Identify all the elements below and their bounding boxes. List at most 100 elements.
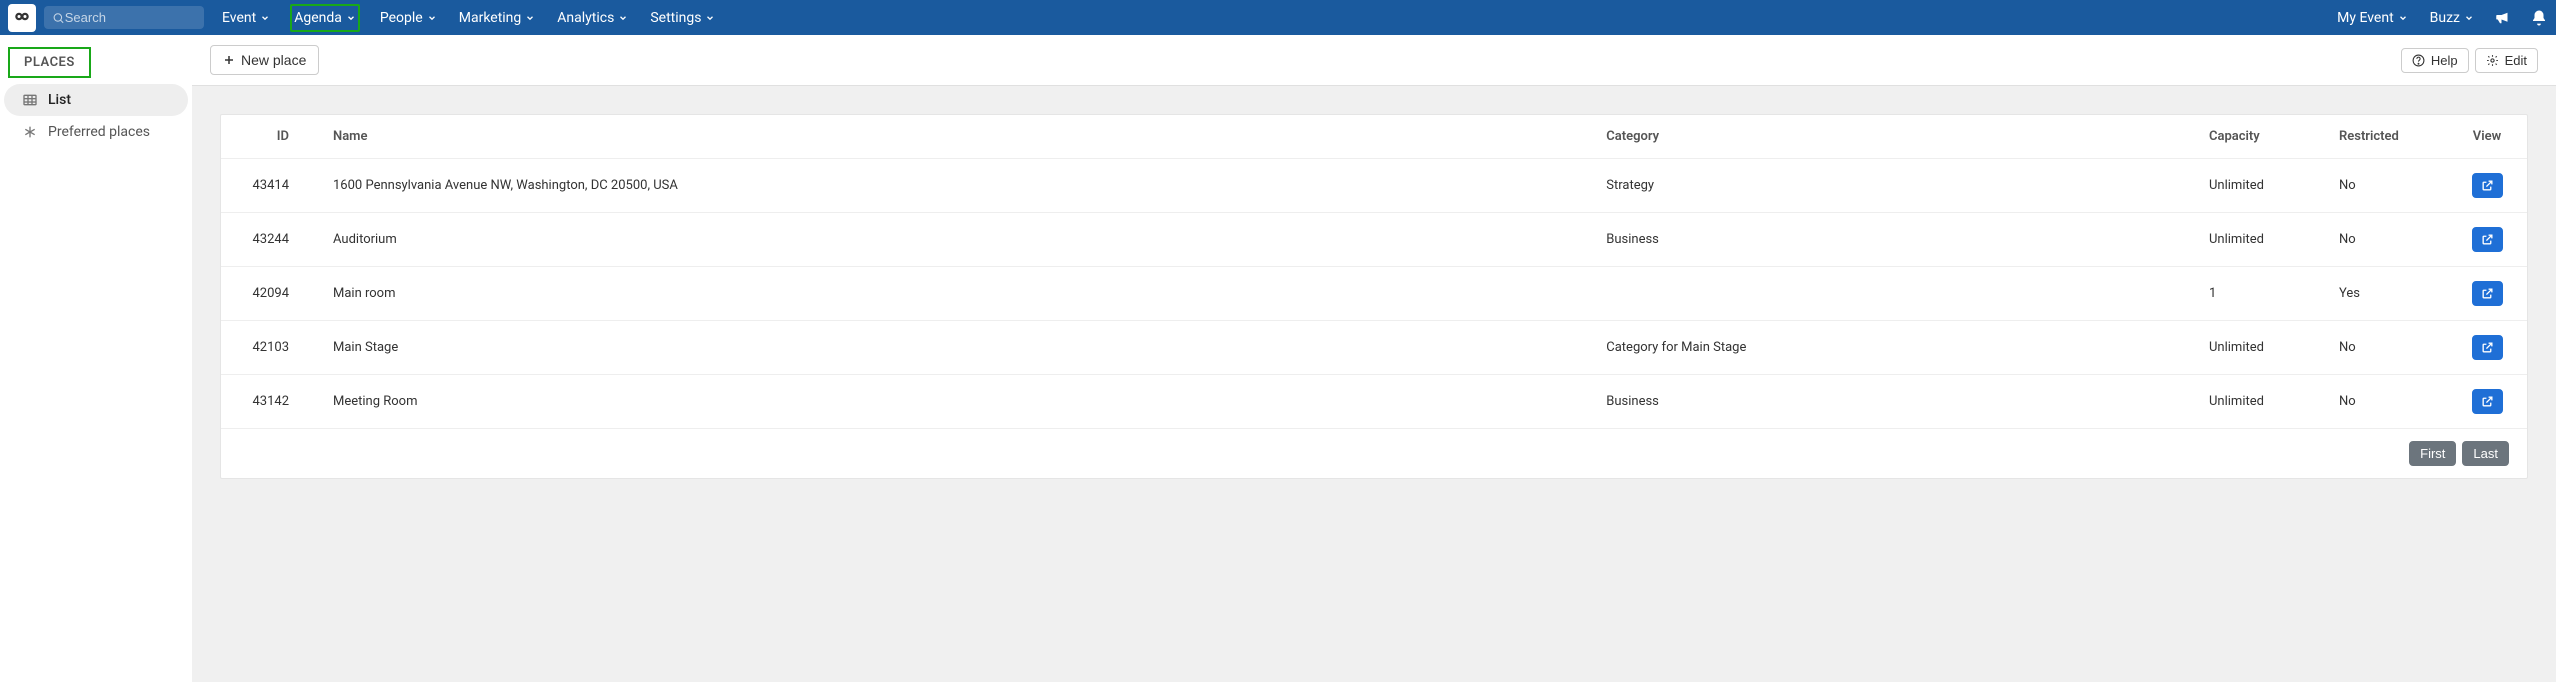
bell-icon: [2530, 9, 2548, 27]
chevron-down-icon: [260, 13, 270, 23]
cell-view: [2447, 213, 2527, 267]
external-link-icon: [2481, 233, 2494, 246]
search-icon: [52, 11, 65, 25]
my-event-label: My Event: [2337, 10, 2394, 26]
nav-people[interactable]: People: [378, 6, 439, 30]
external-link-icon: [2481, 341, 2494, 354]
topbar: Event Agenda People Marketing Analytics Setti…: [0, 0, 2556, 35]
edit-button[interactable]: Edit: [2475, 48, 2538, 73]
cell-view: [2447, 375, 2527, 429]
plus-icon: [223, 54, 235, 66]
sidebar-item-label: List: [48, 92, 71, 108]
places-table: ID Name Category Capacity Restricted Vie…: [221, 115, 2527, 429]
sidebar-item-preferred-places[interactable]: Preferred places: [4, 116, 188, 148]
col-capacity: Capacity: [2187, 115, 2317, 159]
col-name: Name: [311, 115, 1584, 159]
nav-settings[interactable]: Settings: [648, 6, 717, 30]
cell-category: [1584, 267, 2187, 321]
table-row: 434141600 Pennsylvania Avenue NW, Washin…: [221, 159, 2527, 213]
col-restricted: Restricted: [2317, 115, 2447, 159]
cell-restricted: No: [2317, 321, 2447, 375]
col-id: ID: [221, 115, 311, 159]
chevron-down-icon: [618, 13, 628, 23]
page-toolbar: New place Help Edit: [192, 35, 2556, 86]
table-row: 43244AuditoriumBusinessUnlimitedNo: [221, 213, 2527, 267]
cell-restricted: No: [2317, 213, 2447, 267]
cell-id: 43414: [221, 159, 311, 213]
nav-analytics[interactable]: Analytics: [555, 6, 630, 30]
cell-category: Category for Main Stage: [1584, 321, 2187, 375]
external-link-icon: [2481, 287, 2494, 300]
nav-event[interactable]: Event: [220, 6, 272, 30]
nav-label: People: [380, 10, 423, 26]
col-view: View: [2447, 115, 2527, 159]
pager: First Last: [221, 429, 2527, 478]
cell-id: 43244: [221, 213, 311, 267]
cell-id: 42094: [221, 267, 311, 321]
nav-label: Marketing: [459, 10, 522, 26]
table-row: 42103Main StageCategory for Main StageUn…: [221, 321, 2527, 375]
help-button[interactable]: Help: [2401, 48, 2469, 73]
nav-agenda[interactable]: Agenda: [290, 4, 360, 32]
edit-label: Edit: [2505, 53, 2527, 68]
nav-label: Analytics: [557, 10, 614, 26]
external-link-icon: [2481, 179, 2494, 192]
view-button[interactable]: [2472, 281, 2503, 306]
sidebar-item-list[interactable]: List: [4, 84, 188, 116]
cell-name: Auditorium: [311, 213, 1584, 267]
cell-capacity: Unlimited: [2187, 159, 2317, 213]
new-place-label: New place: [241, 52, 306, 68]
chevron-down-icon: [525, 13, 535, 23]
view-button[interactable]: [2472, 389, 2503, 414]
cell-id: 43142: [221, 375, 311, 429]
notifications-button[interactable]: [2530, 9, 2548, 27]
nav-label: Event: [222, 10, 256, 26]
view-button[interactable]: [2472, 227, 2503, 252]
cell-view: [2447, 321, 2527, 375]
cell-restricted: Yes: [2317, 267, 2447, 321]
chevron-down-icon: [2398, 13, 2408, 23]
gear-icon: [2486, 54, 2499, 67]
search-box[interactable]: [44, 6, 204, 29]
view-button[interactable]: [2472, 173, 2503, 198]
right-nav: My Event Buzz: [2335, 6, 2548, 30]
buzz-menu[interactable]: Buzz: [2428, 6, 2476, 30]
cell-category: Business: [1584, 213, 2187, 267]
question-circle-icon: [2412, 54, 2425, 67]
nav-marketing[interactable]: Marketing: [457, 6, 538, 30]
my-event-menu[interactable]: My Event: [2335, 6, 2410, 30]
cell-category: Strategy: [1584, 159, 2187, 213]
table-header-row: ID Name Category Capacity Restricted Vie…: [221, 115, 2527, 159]
grid-icon: [22, 92, 38, 108]
pager-first[interactable]: First: [2409, 441, 2456, 466]
logo-icon: [13, 9, 31, 27]
help-label: Help: [2431, 53, 2458, 68]
col-category: Category: [1584, 115, 2187, 159]
table-row: 42094Main room1Yes: [221, 267, 2527, 321]
view-button[interactable]: [2472, 335, 2503, 360]
pager-last[interactable]: Last: [2462, 441, 2509, 466]
asterisk-icon: [22, 124, 38, 140]
cell-capacity: 1: [2187, 267, 2317, 321]
cell-name: Main Stage: [311, 321, 1584, 375]
chevron-down-icon: [427, 13, 437, 23]
cell-view: [2447, 159, 2527, 213]
sidebar-item-label: Preferred places: [48, 124, 150, 140]
cell-name: 1600 Pennsylvania Avenue NW, Washington,…: [311, 159, 1584, 213]
cell-capacity: Unlimited: [2187, 213, 2317, 267]
search-input[interactable]: [65, 10, 196, 25]
announcements-button[interactable]: [2494, 9, 2512, 27]
cell-view: [2447, 267, 2527, 321]
cell-capacity: Unlimited: [2187, 321, 2317, 375]
nav-label: Settings: [650, 10, 701, 26]
app-logo[interactable]: [8, 4, 36, 32]
new-place-button[interactable]: New place: [210, 45, 319, 75]
cell-restricted: No: [2317, 159, 2447, 213]
main-content: New place Help Edit ID Name Cate: [192, 35, 2556, 682]
nav-label: Agenda: [294, 10, 342, 26]
main-nav: Event Agenda People Marketing Analytics Setti…: [220, 4, 717, 32]
buzz-label: Buzz: [2430, 10, 2460, 26]
places-panel: ID Name Category Capacity Restricted Vie…: [220, 114, 2528, 479]
table-row: 43142Meeting RoomBusinessUnlimitedNo: [221, 375, 2527, 429]
cell-capacity: Unlimited: [2187, 375, 2317, 429]
